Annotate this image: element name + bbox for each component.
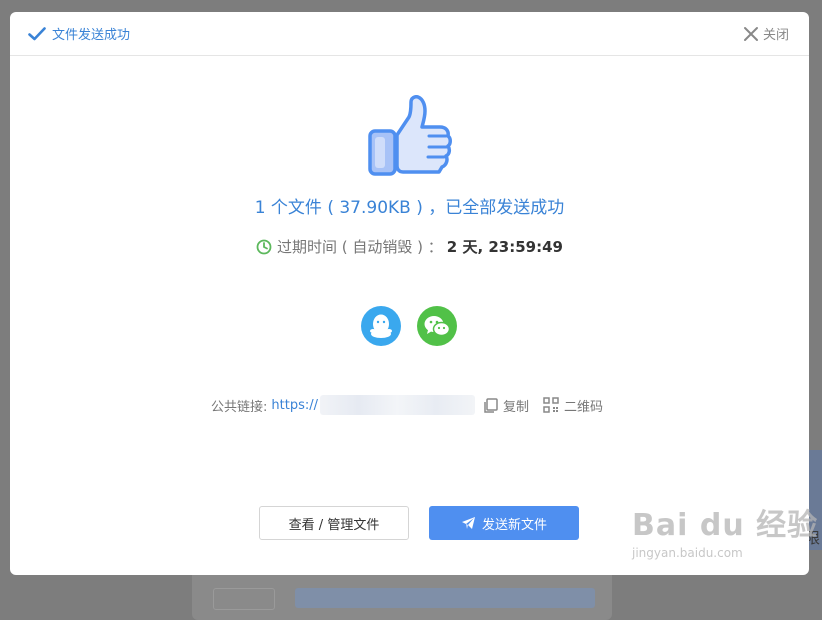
public-link-redacted: [320, 395, 475, 415]
dialog-title: 文件发送成功: [28, 12, 130, 55]
check-icon: [28, 26, 46, 40]
dialog-title-text: 文件发送成功: [52, 28, 131, 43]
expire-info: 过期时间 ( 自动销毁 ) ： 2 天, 23:59:49: [10, 236, 809, 257]
public-link-label: 公共链接:: [211, 399, 268, 415]
qrcode-button[interactable]: 二维码: [543, 396, 603, 415]
expire-label: 过期时间 ( 自动销毁 ) ：: [277, 238, 443, 256]
watermark-brand: Bai du 经验: [632, 508, 819, 543]
qrcode-icon: [543, 397, 559, 413]
send-success-dialog: 文件发送成功 关闭 1 个文件 ( 37.90KB ) ，已全部发送成功 过期时…: [10, 12, 809, 575]
qrcode-label: 二维码: [564, 399, 604, 415]
watermark-url: jingyan.baidu.com: [632, 546, 743, 560]
expire-countdown: 2 天, 23:59:49: [446, 238, 563, 256]
copy-label: 复制: [503, 399, 530, 415]
background-control: [213, 588, 275, 610]
close-button[interactable]: 关闭: [743, 12, 789, 55]
clock-icon: [256, 239, 272, 254]
background-bar: [295, 588, 595, 608]
close-x-icon: [743, 26, 758, 41]
send-summary: 1 个文件 ( 37.90KB ) ，已全部发送成功: [254, 198, 565, 218]
dialog-header: 文件发送成功 关闭: [10, 12, 809, 56]
copy-link-button[interactable]: 复制: [483, 396, 529, 415]
send-new-file-button[interactable]: 发送新文件: [429, 506, 579, 540]
manage-files-button[interactable]: 查看 / 管理文件: [259, 506, 409, 540]
qq-icon: [370, 314, 392, 338]
share-wechat-button[interactable]: [417, 306, 457, 346]
paper-plane-icon: [461, 517, 475, 529]
thumbs-up-icon: [368, 95, 452, 176]
close-label: 关闭: [762, 28, 789, 43]
send-new-file-label: 发送新文件: [481, 517, 547, 533]
copy-icon: [484, 397, 498, 413]
wechat-icon: [424, 316, 451, 337]
share-qq-button[interactable]: [361, 306, 401, 346]
watermark: Bai du 经验 jingyan.baidu.com: [632, 500, 818, 560]
public-link-url[interactable]: https://: [271, 398, 318, 413]
public-link-row: 公共链接: https:// 复制 二维码: [211, 395, 603, 415]
